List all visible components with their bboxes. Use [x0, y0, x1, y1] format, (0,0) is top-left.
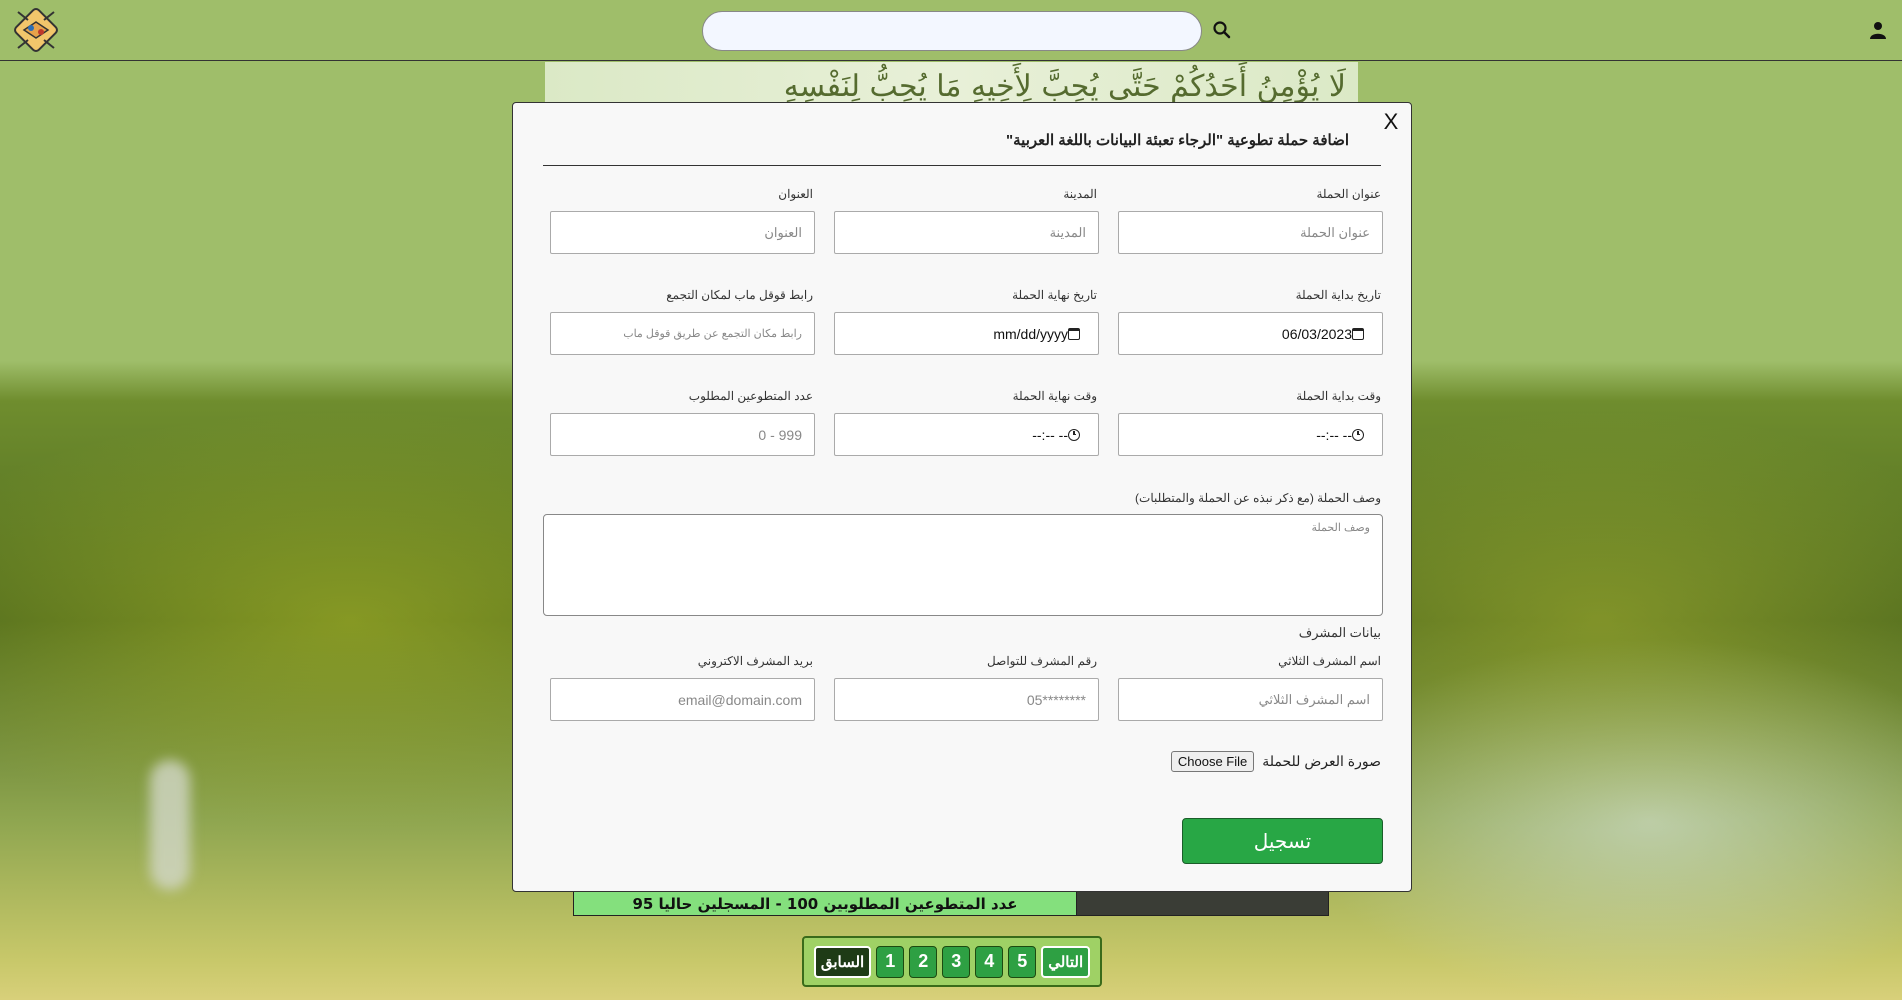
campaign-title-input[interactable]: عنوان الحملة	[1118, 211, 1383, 254]
close-modal-button[interactable]: X	[1379, 109, 1403, 135]
campaign-image-label: صورة العرض للحملة	[1262, 753, 1381, 769]
supervisor-phone-label: رقم المشرف للتواصل	[987, 654, 1097, 668]
pagination-page-4[interactable]: 4	[975, 945, 1004, 978]
description-textarea[interactable]: وصف الحملة	[543, 514, 1383, 616]
pagination-page-3[interactable]: 3	[942, 945, 971, 978]
pagination: السابق 1 2 3 4 5 التالي	[802, 936, 1102, 987]
end-date-input[interactable]: mm/dd/yyyy	[834, 312, 1099, 355]
supervisor-name-placeholder: اسم المشرف الثلاثي	[1258, 691, 1370, 707]
city-input[interactable]: المدينة	[834, 211, 1099, 254]
user-icon[interactable]	[1868, 20, 1888, 40]
pagination-prev-button[interactable]: السابق	[813, 945, 872, 978]
handshake-logo-icon[interactable]	[14, 8, 58, 52]
address-input[interactable]: العنوان	[550, 211, 815, 254]
pagination-page-5[interactable]: 5	[1008, 945, 1037, 978]
description-label: وصف الحملة (مع ذكر نبذه عن الحملة والمتط…	[1135, 491, 1381, 505]
end-time-value: --:-- --	[1032, 426, 1068, 443]
supervisor-email-label: بريد المشرف الاكتروني	[697, 654, 813, 668]
map-link-input[interactable]: رابط مكان التجمع عن طريق قوقل ماب	[550, 312, 815, 355]
pagination-page-2[interactable]: 2	[909, 945, 938, 978]
campaign-title-label: عنوان الحملة	[1316, 187, 1381, 201]
end-date-value: mm/dd/yyyy	[993, 325, 1068, 342]
search-icon[interactable]	[1212, 20, 1232, 40]
city-placeholder: المدينة	[1049, 224, 1086, 240]
modal-title: اضافة حملة تطوعية "الرجاء تعبئة البيانات…	[1006, 132, 1349, 149]
start-date-input[interactable]: 06/03/2023	[1118, 312, 1383, 355]
volunteers-needed-input[interactable]: 0 - 999	[550, 413, 815, 456]
title-divider	[543, 165, 1381, 166]
start-date-value: 06/03/2023	[1281, 325, 1352, 342]
start-time-label: وقت بداية الحملة	[1296, 389, 1381, 403]
supervisor-phone-placeholder: 05********	[1026, 691, 1086, 708]
start-time-input[interactable]: --:-- --	[1118, 413, 1383, 456]
supervisor-name-label: اسم المشرف الثلاثي	[1278, 654, 1381, 668]
campaign-title-placeholder: عنوان الحملة	[1300, 224, 1370, 240]
top-navbar	[0, 0, 1902, 61]
end-time-label: وقت نهاية الحملة	[1012, 389, 1097, 403]
supervisor-heading: بيانات المشرف	[1298, 625, 1381, 640]
supervisor-name-input[interactable]: اسم المشرف الثلاثي	[1118, 678, 1383, 721]
supervisor-email-input[interactable]: email@domain.com	[550, 678, 815, 721]
end-time-input[interactable]: --:-- --	[834, 413, 1099, 456]
map-link-label: رابط قوقل ماب لمكان التجمع	[666, 288, 813, 302]
city-label: المدينة	[1063, 187, 1097, 201]
search-bar	[702, 11, 1202, 51]
start-date-label: تاريخ بداية الحملة	[1295, 288, 1381, 302]
volunteers-needed-placeholder: 0 - 999	[758, 426, 802, 443]
start-time-value: --:-- --	[1316, 426, 1352, 443]
campaign-image-row: صورة العرض للحملة Choose File	[1170, 751, 1381, 772]
add-campaign-modal: X اضافة حملة تطوعية "الرجاء تعبئة البيان…	[512, 102, 1412, 892]
map-link-placeholder: رابط مكان التجمع عن طريق قوقل ماب	[623, 328, 802, 340]
clock-icon[interactable]	[1068, 428, 1080, 441]
background-trunk	[150, 760, 190, 890]
calendar-icon[interactable]	[1068, 327, 1080, 340]
supervisor-email-placeholder: email@domain.com	[678, 691, 802, 708]
search-input[interactable]	[702, 11, 1202, 51]
end-date-label: تاريخ نهاية الحملة	[1012, 288, 1097, 302]
pagination-page-1[interactable]: 1	[876, 945, 905, 978]
volunteers-needed-label: عدد المتطوعين المطلوب	[688, 389, 813, 403]
pagination-next-button[interactable]: التالي	[1041, 945, 1091, 978]
clock-icon[interactable]	[1352, 428, 1364, 441]
address-placeholder: العنوان	[764, 224, 802, 240]
calendar-icon[interactable]	[1352, 327, 1364, 340]
address-label: العنوان	[778, 187, 813, 201]
supervisor-phone-input[interactable]: 05********	[834, 678, 1099, 721]
description-placeholder: وصف الحملة	[1311, 522, 1370, 534]
register-button[interactable]: تسجيل	[1182, 818, 1383, 864]
choose-file-button[interactable]: Choose File	[1170, 751, 1255, 772]
